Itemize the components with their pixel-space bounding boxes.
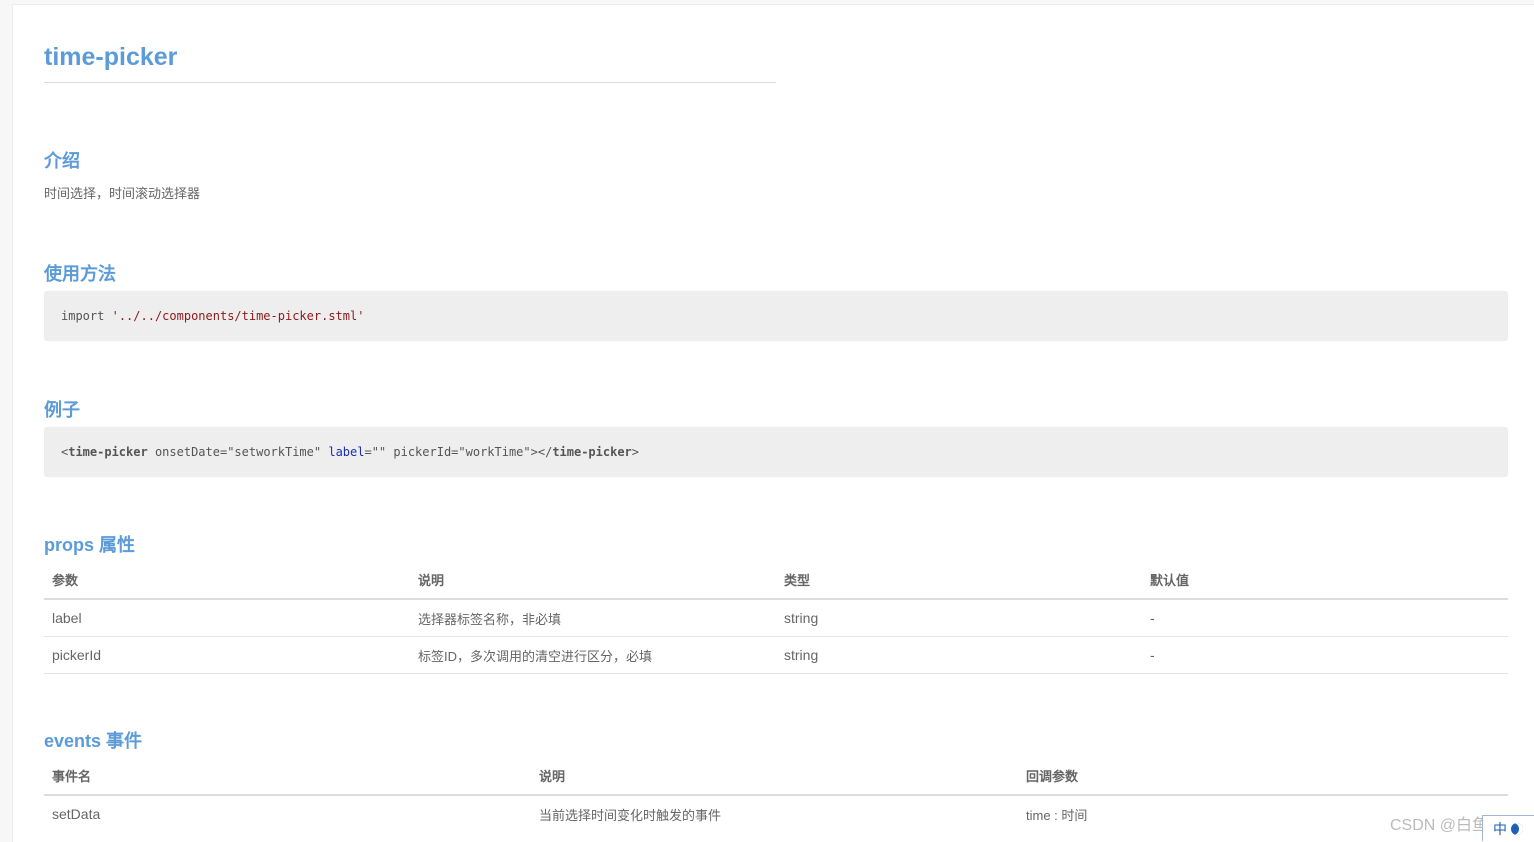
- ime-indicator[interactable]: 中: [1482, 815, 1534, 841]
- code-keyword: import: [61, 309, 104, 323]
- example-heading: 例子: [44, 396, 80, 422]
- intro-heading: 介绍: [44, 147, 80, 173]
- events-header-desc: 说明: [531, 757, 1018, 795]
- code-tag-close: time-picker: [552, 445, 631, 459]
- events-cell: 当前选择时间变化时触发的事件: [531, 795, 1018, 832]
- code-string: '../../components/time-picker.stml': [112, 309, 365, 323]
- title-divider: [44, 82, 776, 83]
- example-code-block: <time-picker onsetDate="setworkTime" lab…: [44, 427, 1508, 477]
- usage-heading: 使用方法: [44, 260, 116, 286]
- props-header-default: 默认值: [1142, 561, 1508, 599]
- events-header-name: 事件名: [44, 757, 531, 795]
- props-cell: string: [776, 637, 1142, 674]
- events-cell: setData: [44, 795, 531, 832]
- props-cell: label: [44, 599, 410, 637]
- table-header-row: 事件名 说明 回调参数: [44, 757, 1508, 795]
- code-attr-label: label: [328, 445, 364, 459]
- props-table: 参数 说明 类型 默认值 label 选择器标签名称，非必填 string - …: [44, 561, 1508, 674]
- props-cell: 选择器标签名称，非必填: [410, 599, 776, 637]
- table-row: pickerId 标签ID，多次调用的清空进行区分，必填 string -: [44, 637, 1508, 674]
- events-header-callback: 回调参数: [1018, 757, 1508, 795]
- code-close: >: [632, 445, 639, 459]
- doc-page: time-picker 介绍 时间选择，时间滚动选择器 使用方法 import …: [12, 4, 1534, 842]
- page-title: time-picker: [44, 43, 177, 72]
- props-header-desc: 说明: [410, 561, 776, 599]
- table-row: label 选择器标签名称，非必填 string -: [44, 599, 1508, 637]
- props-cell: -: [1142, 637, 1508, 674]
- intro-text: 时间选择，时间滚动选择器: [44, 183, 200, 202]
- props-cell: 标签ID，多次调用的清空进行区分，必填: [410, 637, 776, 674]
- moon-icon: [1511, 823, 1523, 835]
- props-cell: string: [776, 599, 1142, 637]
- code-attr1: onsetDate="setworkTime": [148, 445, 329, 459]
- events-heading: events 事件: [44, 727, 142, 753]
- props-cell: -: [1142, 599, 1508, 637]
- props-heading: props 属性: [44, 531, 135, 557]
- props-header-type: 类型: [776, 561, 1142, 599]
- code-tag: time-picker: [68, 445, 147, 459]
- props-header-param: 参数: [44, 561, 410, 599]
- ime-label: 中: [1493, 822, 1507, 838]
- table-header-row: 参数 说明 类型 默认值: [44, 561, 1508, 599]
- table-row: setData 当前选择时间变化时触发的事件 time : 时间: [44, 795, 1508, 832]
- code-attr3: ="" pickerId="workTime"></: [364, 445, 552, 459]
- events-table: 事件名 说明 回调参数 setData 当前选择时间变化时触发的事件 time …: [44, 757, 1508, 832]
- props-cell: pickerId: [44, 637, 410, 674]
- usage-code-block: import '../../components/time-picker.stm…: [44, 291, 1508, 341]
